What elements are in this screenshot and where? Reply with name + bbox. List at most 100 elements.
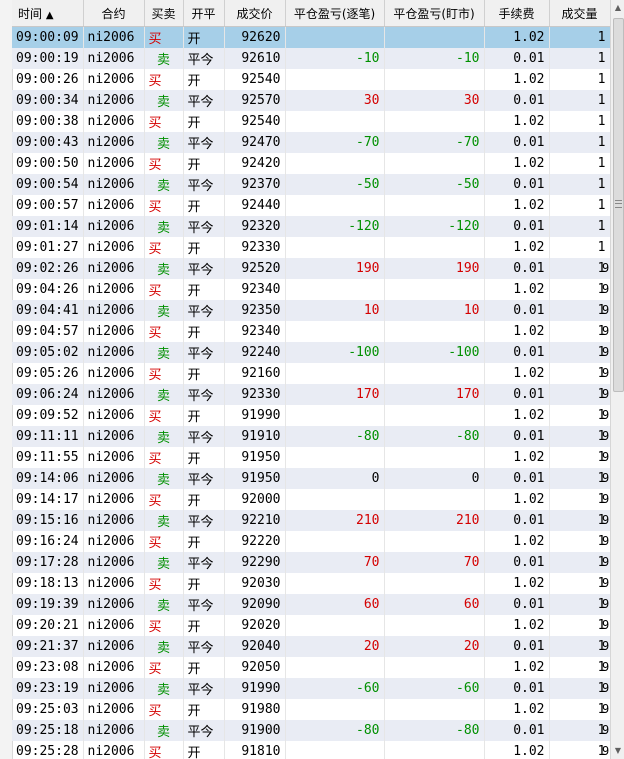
trade-contract: ni2006 (83, 720, 145, 741)
trade-price: 92220 (224, 531, 286, 552)
trade-time: 09:14:06 (12, 468, 84, 489)
table-row[interactable]: 09:00:57 ni2006 买开 92440 1.02 1 (12, 195, 610, 216)
trade-volume: 1 (549, 384, 610, 405)
table-header-row: 时间 ▲ 合约 买卖 开平 成交价 平仓盈亏(逐笔) 平仓盈亏(盯市) 手续费 … (12, 0, 610, 27)
trade-offset: 平今 (183, 720, 225, 741)
trade-volume: 1 (549, 153, 610, 174)
trade-side: 买 (144, 657, 184, 678)
trade-offset: 平今 (183, 90, 225, 111)
trade-price: 92240 (224, 342, 286, 363)
table-row[interactable]: 09:09:52 ni2006 买开 91990 1.02 1 (12, 405, 610, 426)
trade-volume: 1 (549, 279, 610, 300)
table-row[interactable]: 09:00:26 ni2006 买开 92540 1.02 1 (12, 69, 610, 90)
table-row[interactable]: 09:01:14 ni2006 卖平今 92320 -120 -120 0.01 1 (12, 216, 610, 237)
table-row[interactable]: 09:11:55 ni2006 买开 91950 1.02 1 (12, 447, 610, 468)
trade-fee: 1.02 (484, 321, 550, 342)
trade-volume: 1 (549, 216, 610, 237)
scroll-down-arrow-icon[interactable]: ▼ (612, 743, 624, 759)
table-row[interactable]: 09:00:38 ni2006 买开 92540 1.02 1 (12, 111, 610, 132)
trade-fee: 1.02 (484, 363, 550, 384)
header-volume[interactable]: 成交量 (549, 0, 610, 27)
trade-fee: 1.02 (484, 573, 550, 594)
header-pnl-trade[interactable]: 平仓盈亏(逐笔) (285, 0, 385, 27)
table-row[interactable]: 09:17:28 ni2006 卖平今 92290 70 70 0.01 1 (12, 552, 610, 573)
trade-volume: 1 (549, 342, 610, 363)
table-row[interactable]: 09:23:08 ni2006 买开 92050 1.02 1 (12, 657, 610, 678)
table-row[interactable]: 09:25:03 ni2006 买开 91980 1.02 1 (12, 699, 610, 720)
trade-volume: 1 (549, 48, 610, 69)
trade-contract: ni2006 (83, 636, 145, 657)
trade-pnl-per-trade: -120 (285, 216, 385, 237)
table-row[interactable]: 09:21:37 ni2006 卖平今 92040 20 20 0.01 1 (12, 636, 610, 657)
table-row[interactable]: 09:16:24 ni2006 买开 92220 1.02 1 (12, 531, 610, 552)
extra-column-value: 9 (602, 345, 610, 359)
trade-pnl-mark-to-market: 10 (384, 300, 485, 321)
extra-column-value: 9 (602, 324, 610, 338)
table-row[interactable]: 09:14:17 ni2006 买开 92000 1.02 1 (12, 489, 610, 510)
header-price[interactable]: 成交价 (224, 0, 286, 27)
trade-pnl-per-trade: -60 (285, 678, 385, 699)
trade-side: 卖 (144, 384, 184, 405)
extra-column-value: 9 (602, 702, 610, 716)
table-row[interactable]: 09:06:24 ni2006 卖平今 92330 170 170 0.01 1 (12, 384, 610, 405)
trade-side: 卖 (144, 132, 184, 153)
table-row[interactable]: 09:00:54 ni2006 卖平今 92370 -50 -50 0.01 1 (12, 174, 610, 195)
trade-offset: 平今 (183, 132, 225, 153)
trade-records-window: 时间 ▲ 合约 买卖 开平 成交价 平仓盈亏(逐笔) 平仓盈亏(盯市) 手续费 … (0, 0, 624, 759)
table-row[interactable]: 09:23:19 ni2006 卖平今 91990 -60 -60 0.01 1 (12, 678, 610, 699)
table-row[interactable]: 09:20:21 ni2006 买开 92020 1.02 1 (12, 615, 610, 636)
trade-pnl-per-trade (285, 405, 385, 426)
table-row[interactable]: 09:04:41 ni2006 卖平今 92350 10 10 0.01 1 (12, 300, 610, 321)
trade-volume: 1 (549, 195, 610, 216)
table-row[interactable]: 09:01:27 ni2006 买开 92330 1.02 1 (12, 237, 610, 258)
table-row[interactable]: 09:19:39 ni2006 卖平今 92090 60 60 0.01 1 (12, 594, 610, 615)
table-row[interactable]: 09:25:28 ni2006 买开 91810 1.02 1 (12, 741, 610, 759)
trade-offset: 平今 (183, 594, 225, 615)
table-row[interactable]: 09:05:26 ni2006 买开 92160 1.02 1 (12, 363, 610, 384)
trade-fee: 0.01 (484, 510, 550, 531)
vertical-scrollbar[interactable]: ▲ ▼ (610, 0, 624, 759)
trade-fee: 0.01 (484, 48, 550, 69)
trade-side: 买 (144, 405, 184, 426)
header-pnl-mark[interactable]: 平仓盈亏(盯市) (384, 0, 485, 27)
header-time[interactable]: 时间 ▲ (12, 0, 84, 27)
header-offset[interactable]: 开平 (183, 0, 225, 27)
table-row[interactable]: 09:00:50 ni2006 买开 92420 1.02 1 (12, 153, 610, 174)
trade-side: 买 (144, 573, 184, 594)
table-row[interactable]: 09:25:18 ni2006 卖平今 91900 -80 -80 0.01 1 (12, 720, 610, 741)
table-row[interactable]: 09:18:13 ni2006 买开 92030 1.02 1 (12, 573, 610, 594)
table-row[interactable]: 09:14:06 ni2006 卖平今 91950 0 0 0.01 1 (12, 468, 610, 489)
table-row[interactable]: 09:11:11 ni2006 卖平今 91910 -80 -80 0.01 1 (12, 426, 610, 447)
trade-offset: 开 (183, 531, 225, 552)
trade-volume: 1 (549, 699, 610, 720)
table-row[interactable]: 09:04:26 ni2006 买开 92340 1.02 1 (12, 279, 610, 300)
trade-pnl-per-trade: -10 (285, 48, 385, 69)
header-fee[interactable]: 手续费 (484, 0, 550, 27)
table-row[interactable]: 09:04:57 ni2006 买开 92340 1.02 1 (12, 321, 610, 342)
trade-price: 92030 (224, 573, 286, 594)
trade-fee: 1.02 (484, 489, 550, 510)
table-row[interactable]: 09:05:02 ni2006 卖平今 92240 -100 -100 0.01 1 (12, 342, 610, 363)
trade-side: 卖 (144, 426, 184, 447)
header-side[interactable]: 买卖 (144, 0, 184, 27)
trade-offset: 开 (183, 573, 225, 594)
table-row[interactable]: 09:00:43 ni2006 卖平今 92470 -70 -70 0.01 1 (12, 132, 610, 153)
trade-pnl-per-trade: 30 (285, 90, 385, 111)
table-row[interactable]: 09:15:16 ni2006 卖平今 92210 210 210 0.01 1 (12, 510, 610, 531)
trade-fee: 1.02 (484, 237, 550, 258)
trade-volume: 1 (549, 615, 610, 636)
header-contract[interactable]: 合约 (83, 0, 145, 27)
table-row[interactable]: 09:02:26 ni2006 卖平今 92520 190 190 0.01 1 (12, 258, 610, 279)
trade-volume: 1 (549, 174, 610, 195)
table-row[interactable]: 09:00:34 ni2006 卖平今 92570 30 30 0.01 1 (12, 90, 610, 111)
trade-volume: 1 (549, 489, 610, 510)
table-row[interactable]: 09:00:09 ni2006 买开 92620 1.02 1 (12, 26, 610, 48)
trade-pnl-per-trade: 170 (285, 384, 385, 405)
trade-pnl-mark-to-market: 210 (384, 510, 485, 531)
trade-pnl-mark-to-market (384, 657, 485, 678)
trade-fee: 0.01 (484, 468, 550, 489)
scroll-up-arrow-icon[interactable]: ▲ (612, 0, 624, 16)
scrollbar-thumb[interactable] (613, 18, 624, 392)
table-row[interactable]: 09:00:19 ni2006 卖平今 92610 -10 -10 0.01 1 (12, 48, 610, 69)
trade-volume: 1 (549, 678, 610, 699)
